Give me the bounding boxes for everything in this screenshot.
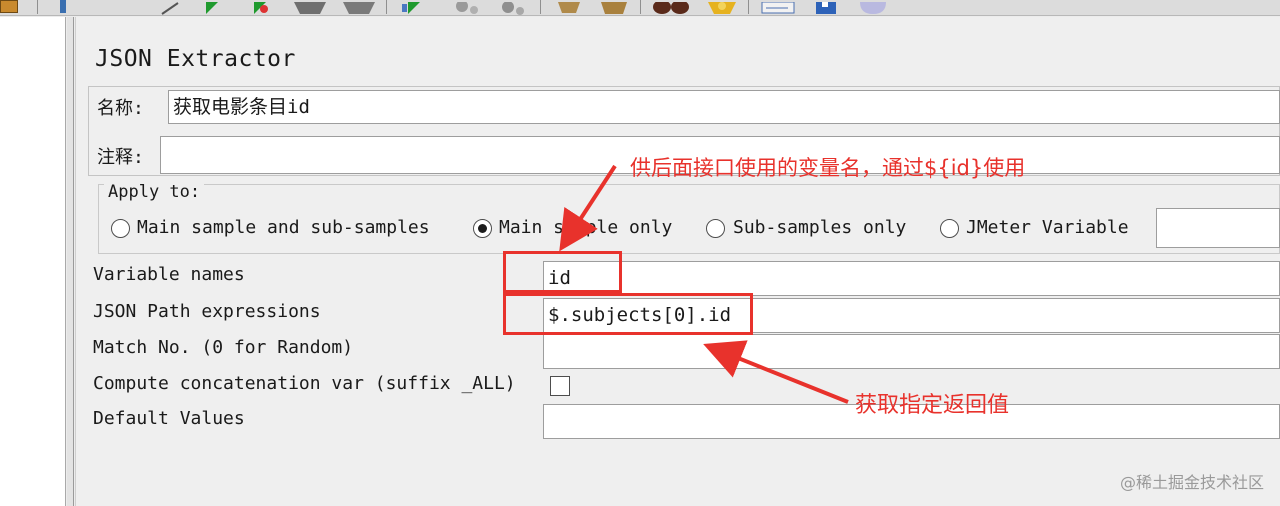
toggle-icon[interactable] <box>856 0 890 14</box>
pencil-icon[interactable] <box>158 0 182 15</box>
panel-title: JSON Extractor <box>95 46 296 72</box>
remote-start-icon[interactable] <box>400 0 426 14</box>
jmeter-variable-field[interactable] <box>1156 208 1280 248</box>
match-no-field[interactable] <box>543 334 1280 369</box>
broom-icon[interactable] <box>554 0 584 13</box>
apply-to-legend: Apply to: <box>104 182 205 202</box>
remote-shutdown-icon[interactable] <box>498 0 526 15</box>
radio-jmeter-variable[interactable] <box>940 219 959 238</box>
variable-name-annotation: 供后面接口使用的变量名，通过${id}使用 <box>630 156 1026 180</box>
radio-label-main-and-sub[interactable]: Main sample and sub-samples <box>137 217 430 238</box>
reset-search-icon[interactable] <box>704 0 740 14</box>
watermark: @稀土掘金技术社区 <box>1119 473 1264 492</box>
comment-label: 注释: <box>97 147 144 168</box>
stop-icon[interactable] <box>290 0 330 14</box>
toolbar <box>0 0 1280 16</box>
toolbar-separator <box>640 0 641 14</box>
name-field[interactable]: 获取电影条目id <box>168 90 1280 124</box>
json-path-label: JSON Path expressions <box>93 301 321 322</box>
test-plan-tree[interactable] <box>0 17 66 506</box>
clear-all-icon[interactable] <box>598 0 630 14</box>
binoculars-icon[interactable] <box>650 0 692 14</box>
function-helper-icon[interactable] <box>760 0 796 14</box>
run-icon[interactable] <box>202 0 220 14</box>
radio-label-main-only[interactable]: Main sample only <box>499 217 672 238</box>
default-values-label: Default Values <box>93 408 245 429</box>
radio-main-and-sub[interactable] <box>111 219 130 238</box>
shutdown-icon[interactable] <box>340 0 378 14</box>
json-path-annotation: 获取指定返回值 <box>855 393 1010 418</box>
json-path-highlight <box>503 293 753 335</box>
variable-names-field[interactable]: id <box>543 261 1280 296</box>
concat-checkbox[interactable] <box>550 376 570 396</box>
toolbar-separator <box>540 0 541 14</box>
radio-label-sub-only[interactable]: Sub-samples only <box>733 217 906 238</box>
radio-sub-only[interactable] <box>706 219 725 238</box>
variable-names-label: Variable names <box>93 264 245 285</box>
toolbar-separator <box>386 0 387 14</box>
panel-splitter[interactable] <box>67 17 74 506</box>
concat-label: Compute concatenation var (suffix _ALL) <box>93 373 516 394</box>
toolbar-separator <box>37 0 38 14</box>
help-icon[interactable] <box>812 0 840 14</box>
radio-main-only[interactable] <box>473 219 492 238</box>
radio-label-jmeter-variable[interactable]: JMeter Variable <box>966 217 1129 238</box>
variable-name-highlight <box>503 251 622 293</box>
wand-icon[interactable] <box>60 0 66 13</box>
match-no-label: Match No. (0 for Random) <box>93 337 354 358</box>
name-label: 名称: <box>97 98 144 119</box>
remote-stop-icon[interactable] <box>452 0 480 14</box>
toolbar-separator <box>748 0 749 14</box>
run-no-pause-icon[interactable] <box>248 0 272 14</box>
document-icon[interactable] <box>0 0 18 13</box>
